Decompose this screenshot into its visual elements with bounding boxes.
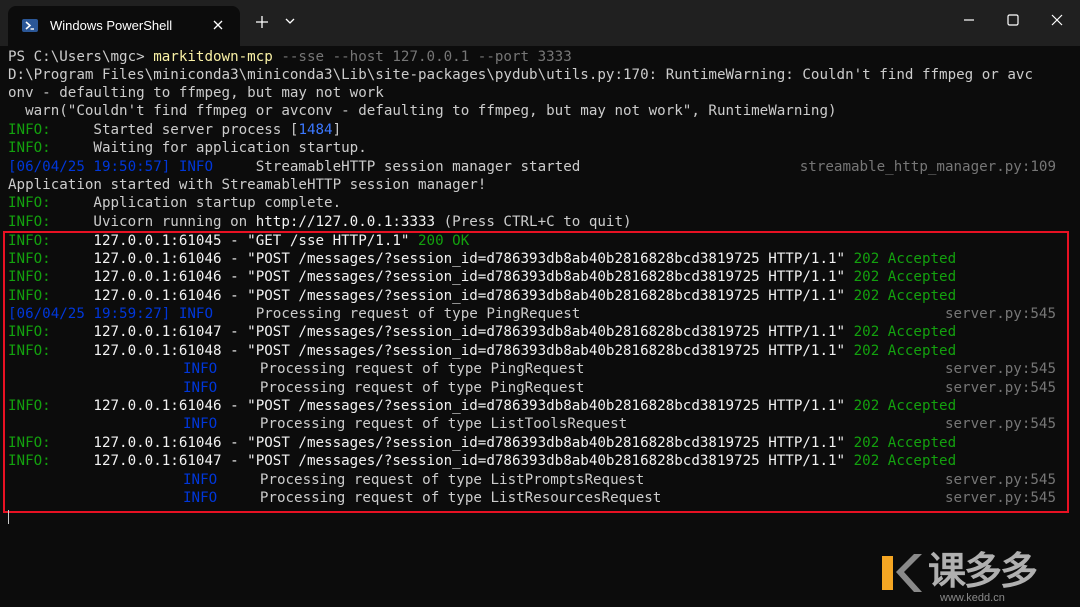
- process-id: 1484: [298, 122, 333, 138]
- command-name: markitdown-mcp: [153, 49, 273, 65]
- log-text: Started server process [: [50, 122, 299, 138]
- info-label: INFO:: [8, 140, 51, 156]
- tab-powershell[interactable]: Windows PowerShell: [8, 6, 240, 46]
- log-text: (Press CTRL+C to quit): [435, 214, 632, 230]
- command-line: PS C:\Users\mgc> markitdown-mcp --sse --…: [8, 48, 572, 66]
- plus-icon[interactable]: [252, 12, 272, 32]
- log-line: Application started with StreamableHTTP …: [8, 177, 487, 193]
- log-text: StreamableHTTP session manager started: [213, 159, 581, 175]
- warning-line-2: onv - defaulting to ffmpeg, but may not …: [8, 85, 384, 101]
- text-cursor: [8, 510, 9, 524]
- log-line: INFO: Uvicorn running on http://127.0.0.…: [8, 213, 632, 231]
- close-window-icon[interactable]: [1042, 8, 1072, 32]
- powershell-icon: [22, 19, 38, 32]
- watermark: 课多多 www.kedd.cn: [880, 548, 1080, 607]
- watermark-url: www.kedd.cn: [940, 592, 1005, 604]
- log-line: INFO: Waiting for application startup.: [8, 139, 367, 157]
- server-url[interactable]: http://127.0.0.1:3333: [256, 214, 435, 230]
- highlight-box: [3, 231, 1069, 513]
- chevron-down-icon[interactable]: [282, 13, 298, 29]
- log-text: ]: [332, 122, 342, 138]
- warning-line-3: warn("Couldn't find ffmpeg or avconv - d…: [8, 103, 837, 119]
- timestamp: [06/04/25 19:50:57]: [8, 159, 171, 175]
- info-label: INFO:: [8, 214, 51, 230]
- title-bar: Windows PowerShell: [0, 0, 1080, 46]
- warning-line-1: D:\Program Files\miniconda3\miniconda3\L…: [8, 67, 1033, 83]
- maximize-icon[interactable]: [998, 8, 1028, 32]
- log-line: INFO: Started server process [1484]: [8, 121, 341, 139]
- info-label: INFO: [178, 159, 214, 175]
- command-args: --sse --host 127.0.0.1 --port 3333: [272, 49, 572, 65]
- log-line: INFO: Application startup complete.: [8, 194, 341, 212]
- prompt: PS C:\Users\mgc>: [8, 49, 154, 65]
- log-text: Waiting for application startup.: [50, 140, 367, 156]
- info-label: INFO:: [8, 122, 51, 138]
- watermark-text: 课多多: [928, 549, 1038, 593]
- log-text: Uvicorn running on: [50, 214, 256, 230]
- log-line: [06/04/25 19:50:57] INFO StreamableHTTP …: [8, 158, 580, 176]
- tab-title: Windows PowerShell: [50, 18, 173, 33]
- watermark-logo-icon: [882, 554, 922, 592]
- log-text: Application startup complete.: [50, 195, 342, 211]
- log-source: streamable_http_manager.py:109: [799, 159, 1056, 175]
- info-label: INFO:: [8, 195, 51, 211]
- minimize-icon[interactable]: [954, 8, 984, 32]
- close-tab-icon[interactable]: [208, 15, 228, 35]
